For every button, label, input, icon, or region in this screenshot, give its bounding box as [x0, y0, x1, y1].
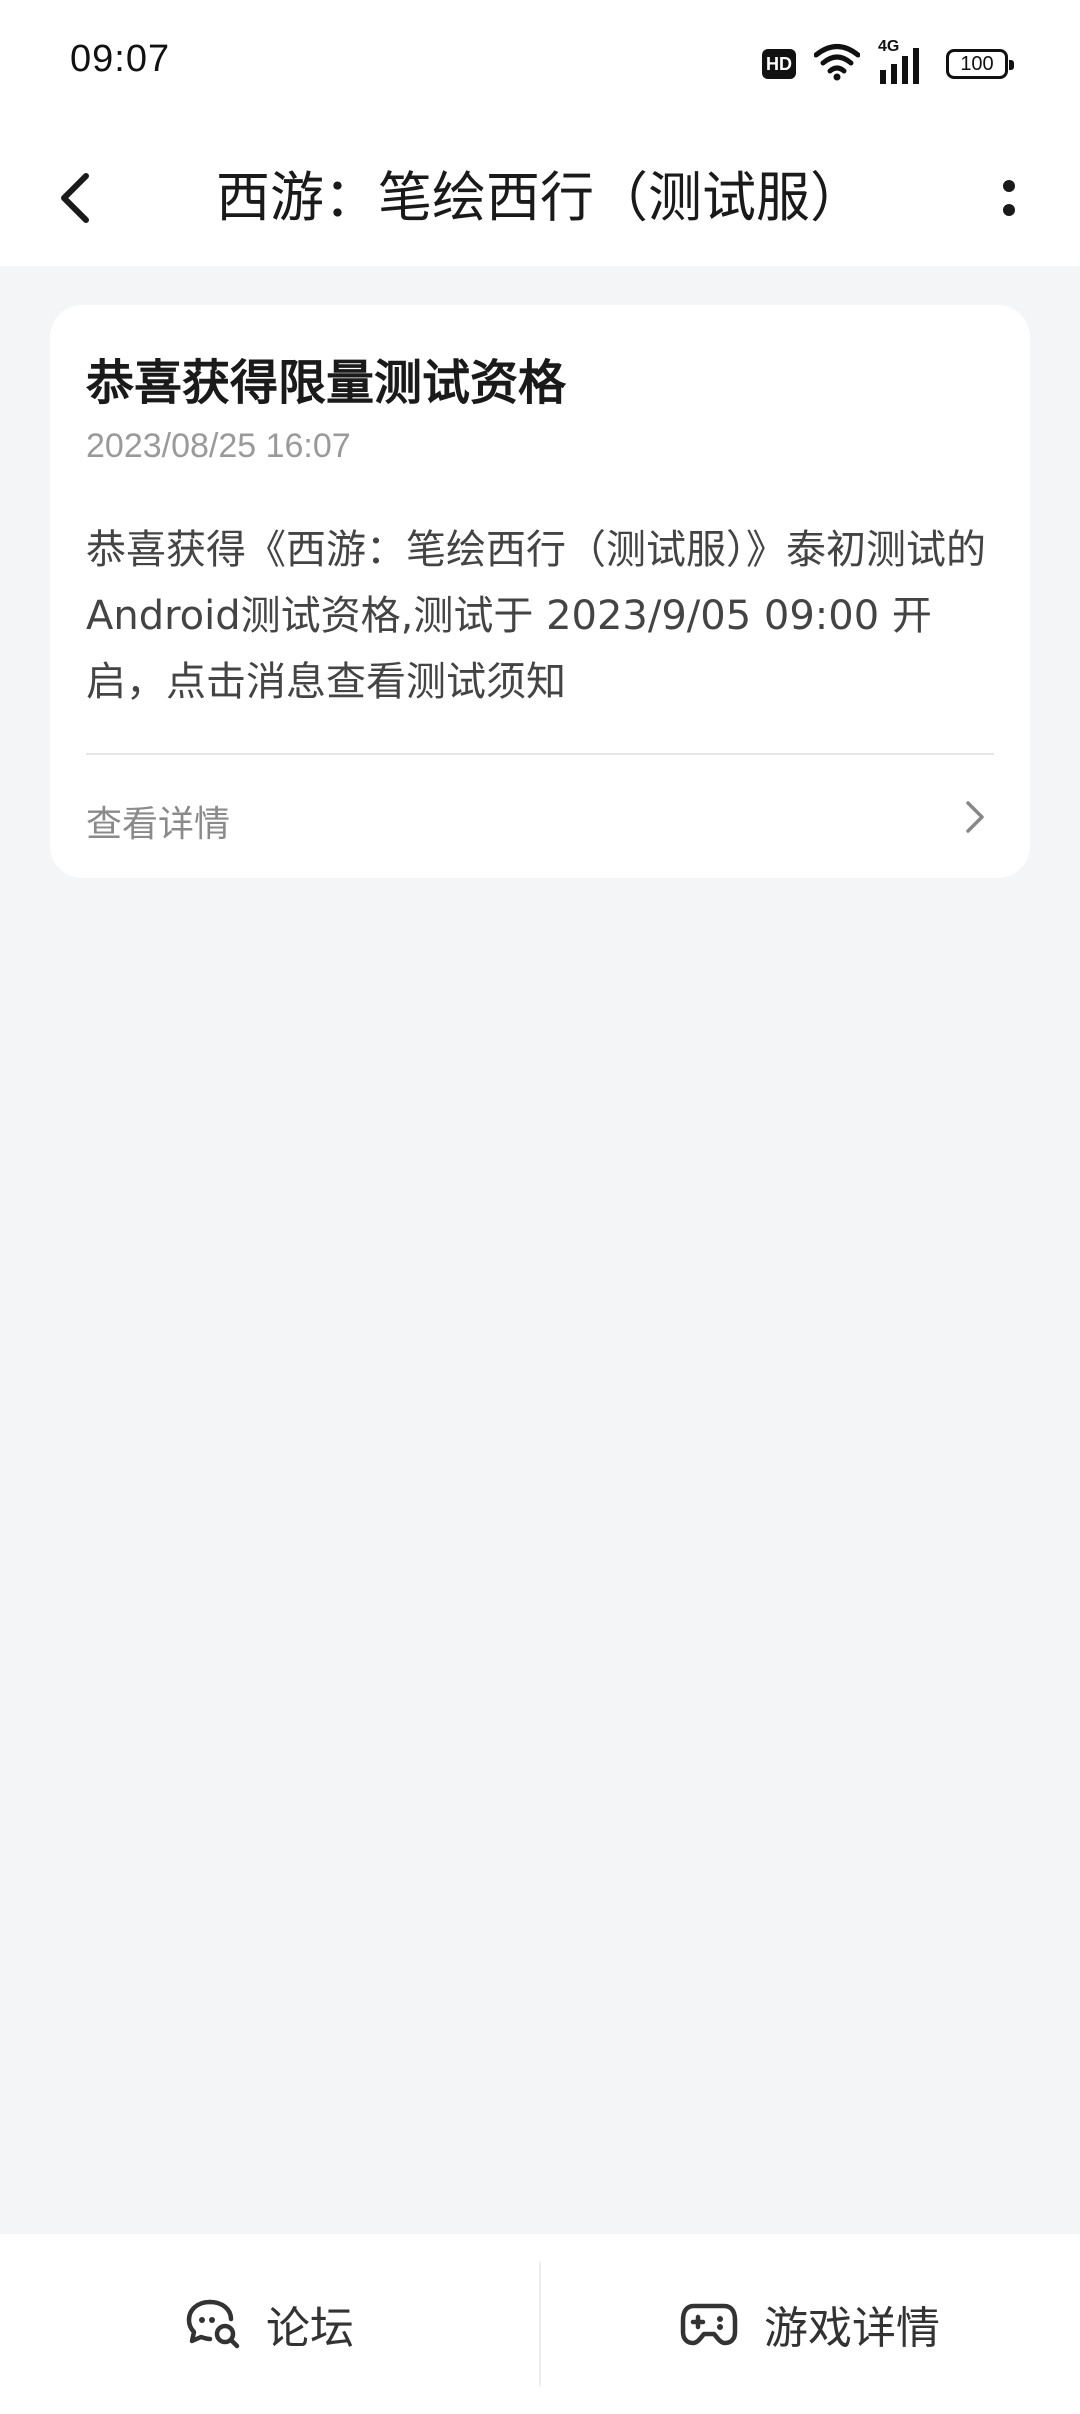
divider — [86, 753, 994, 755]
more-dot-icon — [1003, 204, 1015, 216]
forum-chat-icon — [186, 2299, 240, 2349]
game-details-label: 游戏详情 — [764, 2303, 940, 2354]
game-details-button[interactable]: 游戏详情 — [540, 2234, 1080, 2414]
more-dot-icon — [1003, 180, 1015, 192]
message-title: 恭喜获得限量测试资格 — [86, 355, 567, 411]
cellular-signal-icon: 4G — [878, 38, 928, 86]
page-title: 西游：笔绘西行（测试服） — [216, 166, 864, 229]
forum-button[interactable]: 论坛 — [0, 2234, 540, 2414]
wifi-icon — [813, 42, 861, 86]
bottom-bar: 论坛 游戏详情 — [0, 2234, 1080, 2414]
status-bar: 09:07 HD 4G 100 — [0, 0, 1080, 128]
view-details-label: 查看详情 — [86, 804, 231, 845]
hd-icon: HD — [762, 49, 796, 79]
battery-icon: 100 — [946, 49, 1014, 79]
more-options-button[interactable] — [974, 158, 1044, 238]
gamepad-icon — [680, 2303, 738, 2346]
view-details-link[interactable]: 查看详情 — [50, 757, 1030, 875]
status-icons: HD 4G 100 — [762, 38, 1014, 88]
forum-label: 论坛 — [266, 2303, 354, 2354]
bottom-bar-separator — [539, 2262, 541, 2386]
chevron-right-icon — [966, 801, 984, 833]
message-card[interactable]: 恭喜获得限量测试资格 2023/08/25 16:07 恭喜获得《西游：笔绘西行… — [50, 305, 1030, 878]
status-time: 09:07 — [70, 38, 171, 80]
message-date: 2023/08/25 16:07 — [86, 427, 351, 465]
app-header: 西游：笔绘西行（测试服） — [0, 128, 1080, 266]
message-body: 恭喜获得《西游：笔绘西行（测试服）》泰初测试的Android测试资格,测试于 2… — [86, 527, 986, 705]
back-button[interactable] — [36, 158, 116, 238]
chevron-left-icon — [61, 173, 89, 223]
